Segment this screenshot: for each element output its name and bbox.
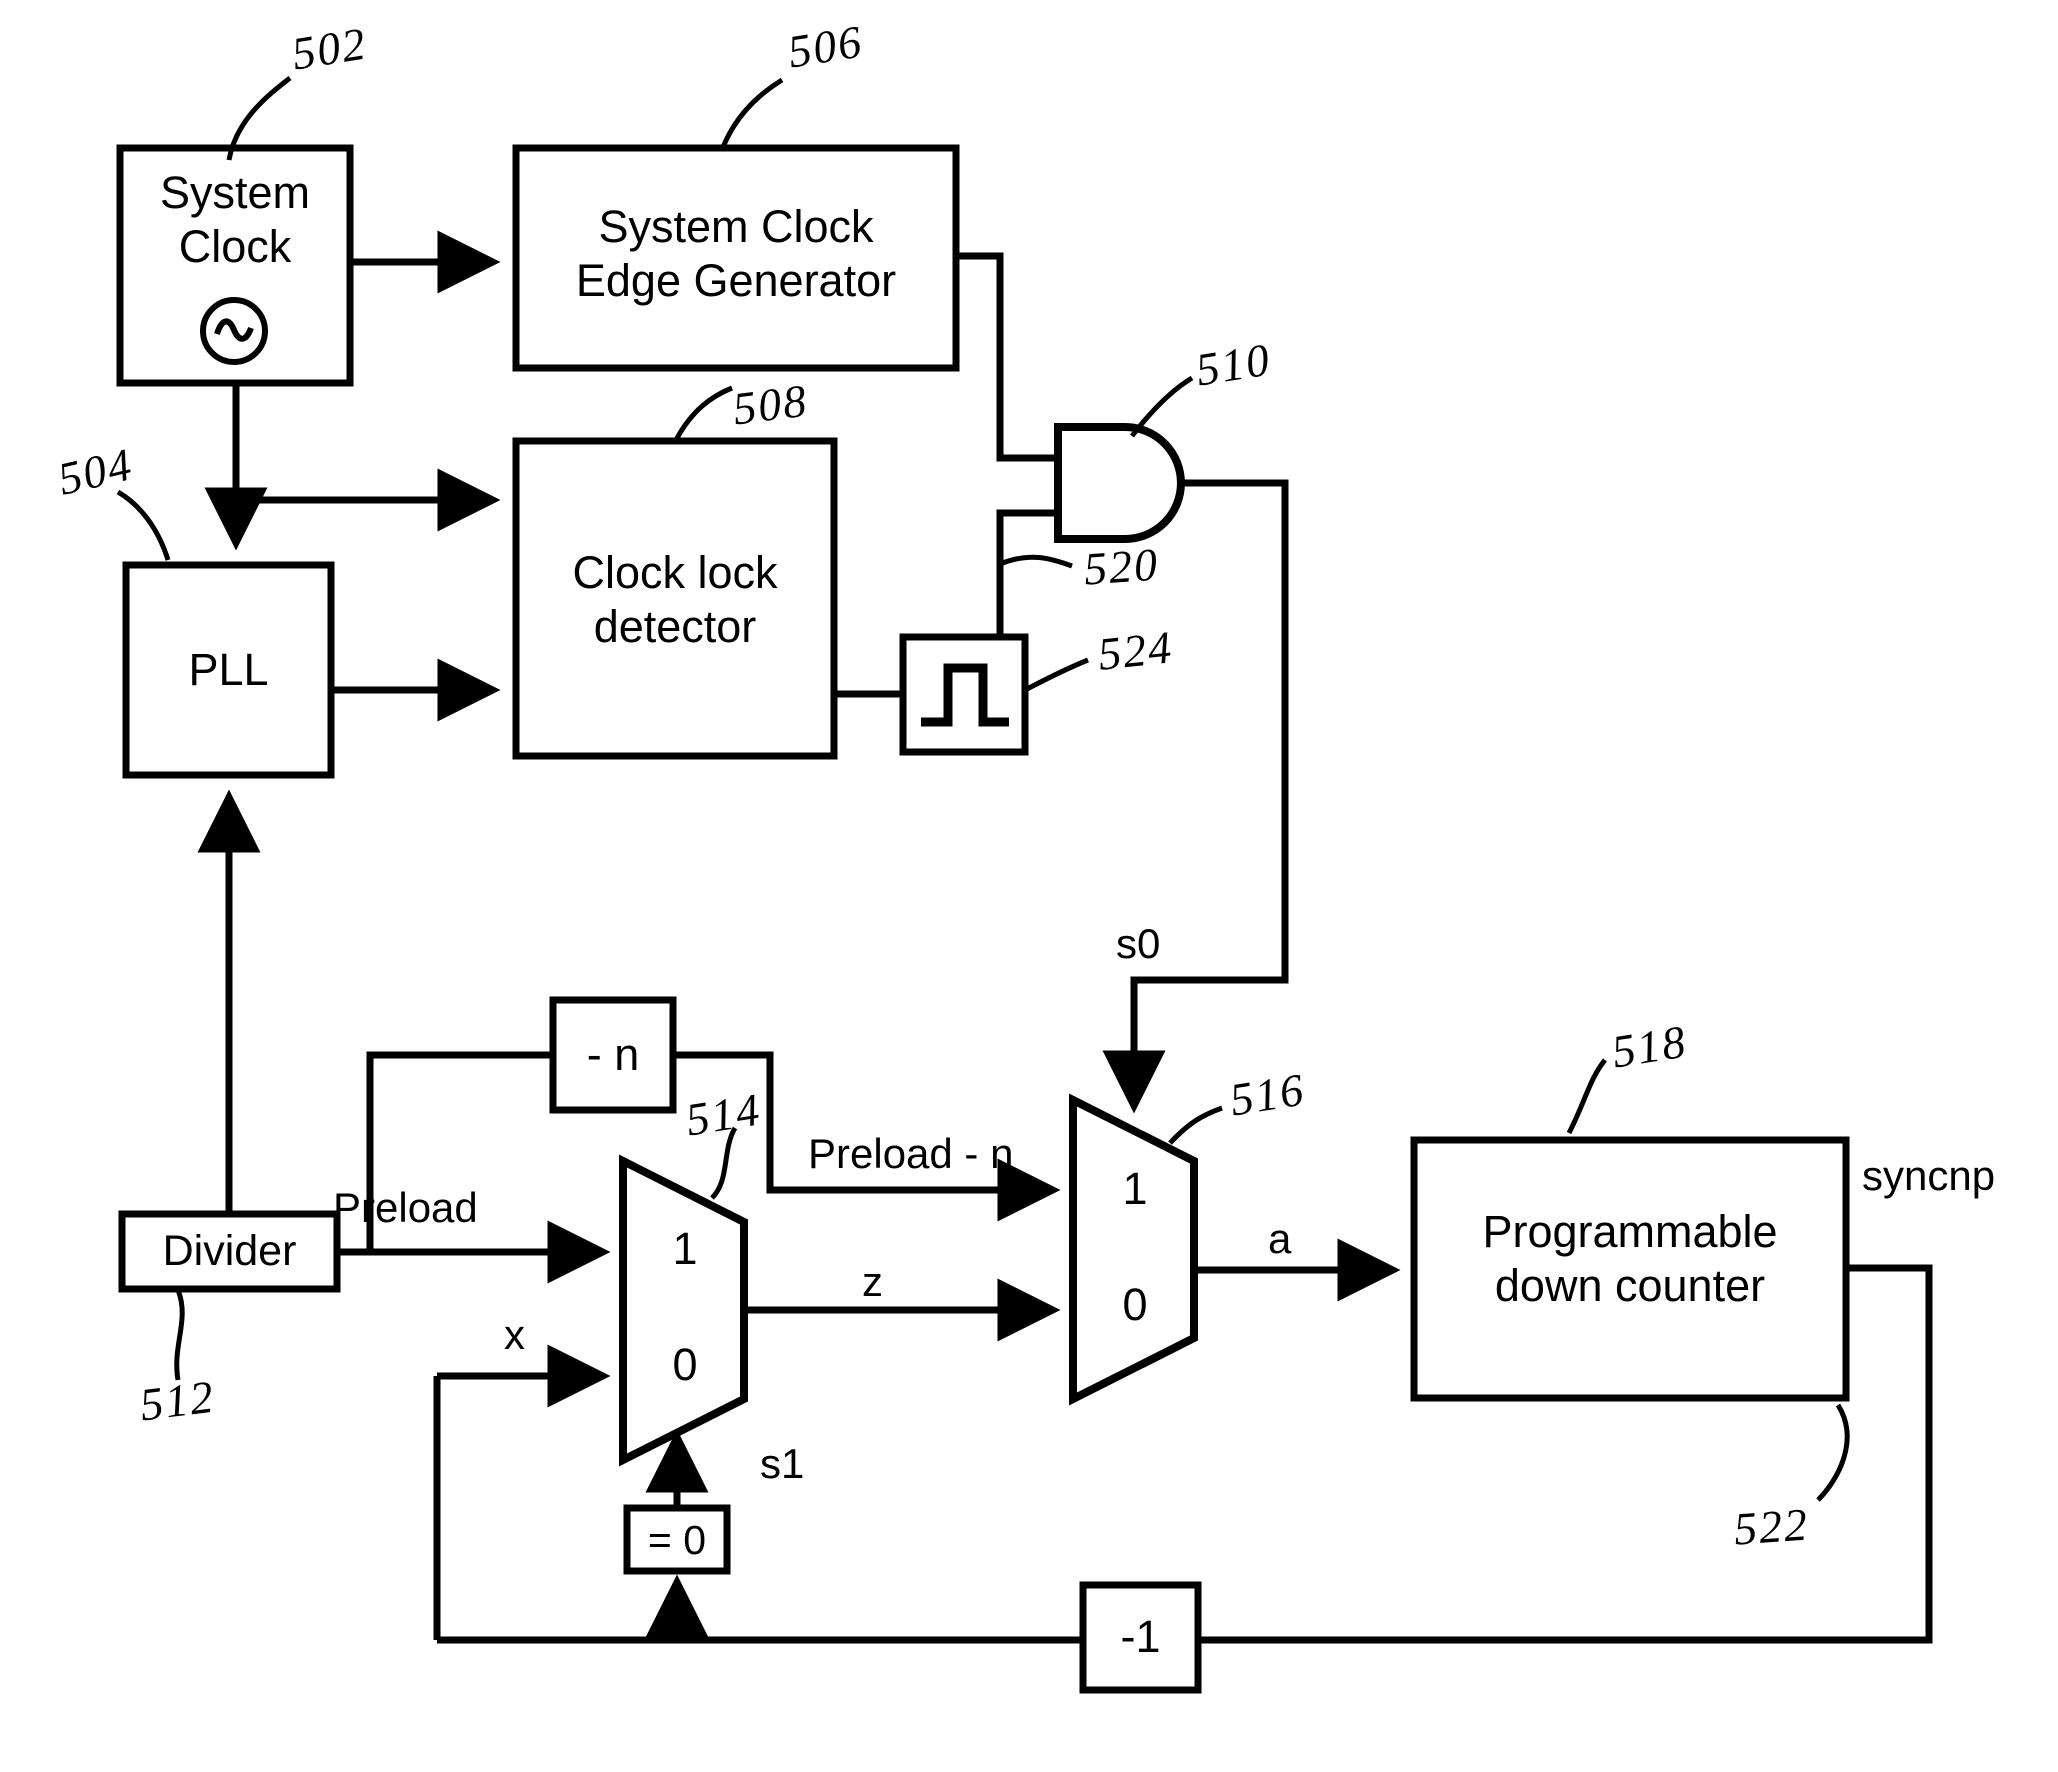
leader-524 (1023, 657, 1089, 693)
signal-label-s0: s0 (1116, 920, 1161, 967)
block-pulse-shaper (899, 633, 1029, 756)
block-label-down-counter: Programmable down counter (1482, 1206, 1778, 1311)
ref-520: 520 (1082, 538, 1161, 595)
block-label-clock-lock-detector: Clock lock detector (572, 547, 778, 652)
block-label-system-clock: System Clock (159, 167, 311, 272)
leader-518 (1566, 1058, 1607, 1135)
block-label-minus-n: - n (586, 1029, 640, 1080)
leader-504 (116, 489, 171, 561)
wire-pulse-to-and (996, 509, 1058, 637)
and-gate-icon (1054, 423, 1185, 543)
leader-520 (999, 554, 1073, 569)
mux-516 (1069, 1093, 1198, 1406)
ref-508: 508 (730, 374, 811, 435)
leader-522 (1816, 1403, 1850, 1502)
signal-label-syncnp: syncnp (1862, 1152, 1996, 1199)
leader-516 (1168, 1105, 1223, 1145)
ref-524: 524 (1095, 621, 1176, 680)
block-label-divider: Divider (162, 1227, 297, 1275)
block-label-pll: PLL (188, 644, 269, 695)
signal-label-x: x (504, 1311, 525, 1358)
mux-514-port-1: 1 (672, 1223, 698, 1274)
ref-512: 512 (137, 1370, 218, 1431)
ref-522: 522 (1732, 1498, 1811, 1555)
mux-514-port-0: 0 (672, 1339, 698, 1390)
leader-512 (174, 1289, 185, 1381)
leader-506 (719, 77, 784, 151)
block-label-edge-generator: System Clock Edge Generator (575, 201, 897, 306)
signal-label-preload-minus-n: Preload - n (808, 1130, 1014, 1177)
leader-508 (673, 385, 733, 442)
block-label-minus-one: -1 (1120, 1611, 1161, 1662)
signal-label-z: z (862, 1258, 883, 1305)
diagram-canvas: System Clock System Clock Edge Generator… (0, 0, 2058, 1772)
block-label-eq-zero: = 0 (647, 1517, 707, 1563)
mux-516-port-0: 0 (1122, 1279, 1148, 1330)
signal-label-preload: Preload (333, 1184, 478, 1231)
wire-edgegen-to-and (956, 252, 1058, 462)
leader-510 (1130, 375, 1194, 438)
signal-label-a: a (1268, 1215, 1292, 1262)
signal-label-s1: s1 (760, 1440, 805, 1487)
mux-514 (619, 1154, 748, 1467)
mux-516-port-1: 1 (1122, 1163, 1148, 1214)
